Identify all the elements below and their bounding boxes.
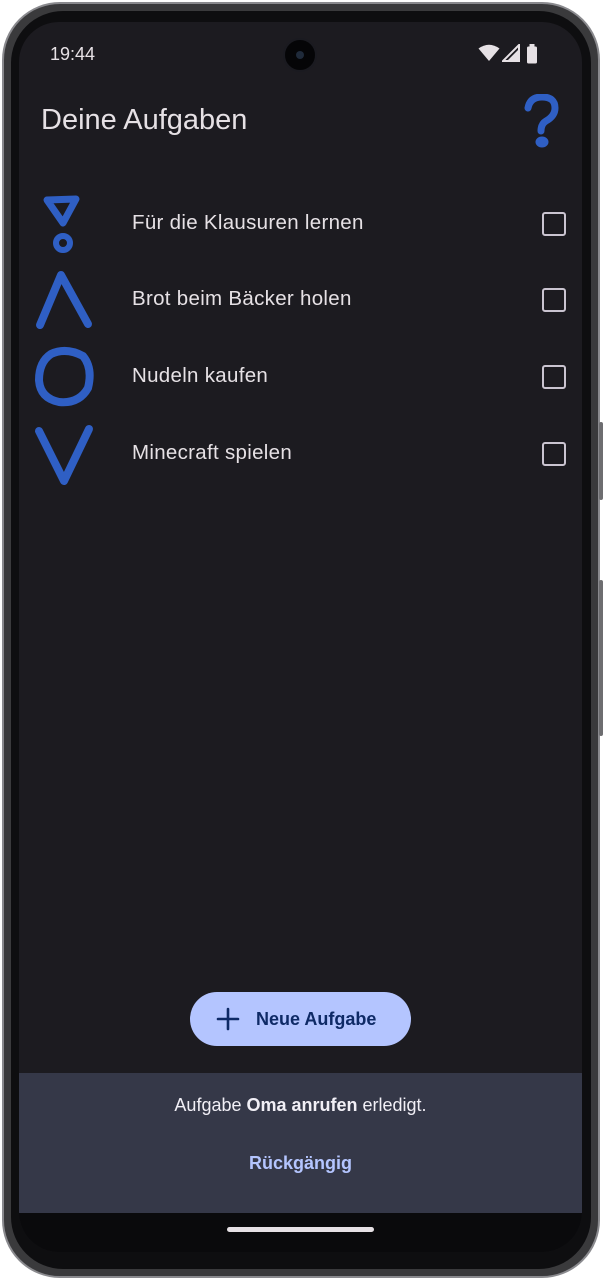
snackbar: Aufgabe Oma anrufen erledigt. Rückgängig: [19, 1073, 582, 1213]
cellular-icon: [502, 44, 520, 62]
task-checkbox[interactable]: [542, 365, 566, 389]
status-bar: 19:44: [19, 22, 582, 86]
task-checkbox[interactable]: [542, 442, 566, 466]
status-icons: [478, 44, 548, 64]
triangle-dot-glyph: [43, 195, 80, 253]
question-mark-icon[interactable]: [522, 94, 562, 150]
caret-up-glyph: [36, 271, 92, 329]
plus-icon: [216, 1007, 240, 1031]
task-label: Minecraft spielen: [132, 441, 293, 464]
wifi-icon: [478, 44, 500, 61]
task-checkbox[interactable]: [542, 288, 566, 312]
task-label: Nudeln kaufen: [132, 364, 269, 387]
snackbar-task-name: Oma anrufen: [246, 1095, 358, 1115]
undo-button[interactable]: Rückgängig: [19, 1153, 582, 1174]
navigation-bar: [19, 1213, 582, 1252]
status-time: 19:44: [50, 44, 96, 64]
task-label: Brot beim Bäcker holen: [132, 287, 352, 310]
volume-button: [599, 580, 603, 736]
app-screen: 19:44 Deine Aufgaben Für die Klausuren l…: [19, 22, 582, 1252]
list-item: Für die Klausuren lernen: [19, 187, 582, 263]
list-item: Brot beim Bäcker holen: [19, 263, 582, 339]
new-task-label: Neue Aufgabe: [256, 1009, 377, 1029]
page-title: Deine Aufgaben: [41, 104, 248, 136]
new-task-button[interactable]: Neue Aufgabe: [190, 992, 411, 1046]
task-label: Für die Klausuren lernen: [132, 211, 364, 234]
list-item: Minecraft spielen: [19, 417, 582, 493]
circle-glyph: [35, 347, 94, 407]
home-gesture-handle[interactable]: [227, 1227, 374, 1232]
task-checkbox[interactable]: [542, 212, 566, 236]
snackbar-message-prefix: Aufgabe: [174, 1095, 247, 1115]
snackbar-message-suffix: erledigt.: [357, 1095, 427, 1115]
list-item: Nudeln kaufen: [19, 340, 582, 416]
front-camera: [283, 38, 317, 72]
power-button: [599, 422, 603, 500]
battery-icon: [527, 44, 537, 64]
snackbar-message: Aufgabe Oma anrufen erledigt.: [19, 1095, 582, 1116]
caret-down-glyph: [35, 425, 93, 485]
